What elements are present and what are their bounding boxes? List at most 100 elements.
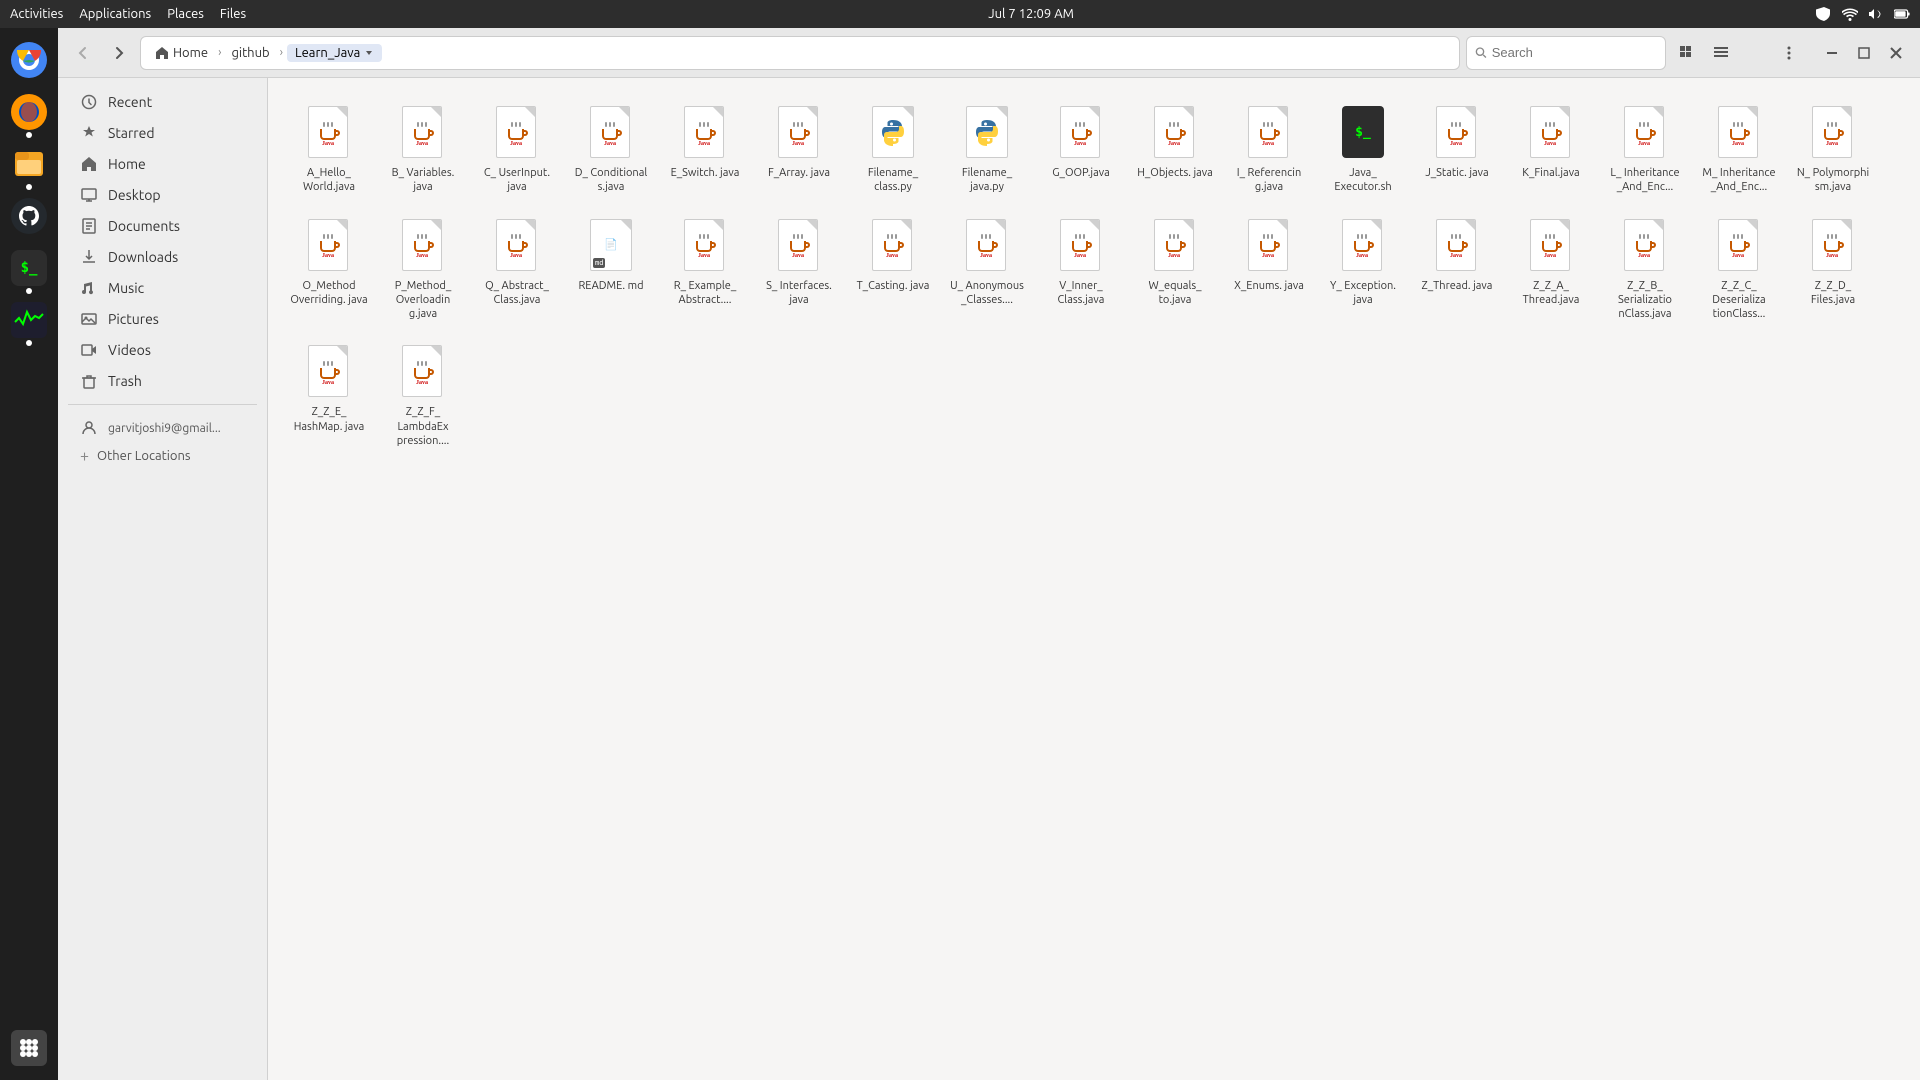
file-item[interactable]: Java U_ Anonymous _Classes....: [942, 207, 1032, 330]
file-item[interactable]: Java G_OOP.java: [1036, 94, 1126, 203]
file-item[interactable]: Java J_Static. java: [1412, 94, 1502, 203]
places-menu[interactable]: Places: [167, 7, 204, 21]
file-icon-java: Java: [1337, 215, 1389, 275]
file-item[interactable]: Java Z_Z_D_ Files.java: [1788, 207, 1878, 330]
breadcrumb-home[interactable]: Home: [149, 44, 214, 62]
grid-view-button[interactable]: [1672, 38, 1702, 68]
sidebar-item-starred[interactable]: Starred: [64, 118, 261, 148]
file-name: P_Method_ Overloadin g.java: [382, 279, 464, 322]
sidebar-item-trash[interactable]: Trash: [64, 366, 261, 396]
file-item[interactable]: Java D_ Conditional s.java: [566, 94, 656, 203]
file-area: Java A_Hello_ World.java Java B_ Variabl…: [268, 78, 1920, 1080]
minimize-button[interactable]: [1818, 39, 1846, 67]
sidebar-add-other-locations[interactable]: + Other Locations: [64, 444, 261, 468]
breadcrumb-github[interactable]: github: [225, 44, 275, 62]
file-item[interactable]: Java F_Array. java: [754, 94, 844, 203]
file-name: Z_Thread. java: [1422, 279, 1493, 293]
file-name: X_Enums. java: [1234, 279, 1304, 293]
sidebar-item-documents[interactable]: Documents: [64, 211, 261, 241]
file-item[interactable]: Java W_equals_ to.java: [1130, 207, 1220, 330]
file-item[interactable]: Java Z_Z_C_ Deserializa tionClass...: [1694, 207, 1784, 330]
dock-item-terminal[interactable]: $_: [7, 246, 51, 290]
file-item[interactable]: Java I_ Referencin g.java: [1224, 94, 1314, 203]
files-menu[interactable]: Files: [220, 7, 246, 21]
sidebar-item-account[interactable]: garvitjoshi9@gmail...: [64, 413, 261, 443]
file-item[interactable]: Java O_Method Overriding. java: [284, 207, 374, 330]
file-item[interactable]: Java P_Method_ Overloadin g.java: [378, 207, 468, 330]
sidebar-item-desktop[interactable]: Desktop: [64, 180, 261, 210]
sidebar-account-label: garvitjoshi9@gmail...: [108, 422, 221, 435]
window-controls: [1818, 39, 1910, 67]
file-icon-md: md 📄: [585, 215, 637, 275]
file-item[interactable]: Java H_Objects. java: [1130, 94, 1220, 203]
sidebar-trash-label: Trash: [108, 373, 142, 389]
file-item[interactable]: Java T_Casting. java: [848, 207, 938, 330]
file-item[interactable]: Java E_Switch. java: [660, 94, 750, 203]
file-item[interactable]: Java Z_Thread. java: [1412, 207, 1502, 330]
breadcrumb-folder[interactable]: Learn_Java: [287, 44, 382, 62]
file-item[interactable]: Java Z_Z_E_ HashMap. java: [284, 333, 374, 456]
file-item[interactable]: Java V_Inner_ Class.java: [1036, 207, 1126, 330]
file-item[interactable]: Filename_ java.py: [942, 94, 1032, 203]
back-button[interactable]: [68, 38, 98, 68]
topbar-right: [1816, 6, 1910, 22]
file-item[interactable]: Java Q_ Abstract_ Class.java: [472, 207, 562, 330]
file-item[interactable]: Java Z_Z_B_ Serializatio nClass.java: [1600, 207, 1690, 330]
file-item[interactable]: Java Z_Z_A_ Thread.java: [1506, 207, 1596, 330]
file-name: V_Inner_ Class.java: [1040, 279, 1122, 308]
file-icon-java: Java: [1243, 102, 1295, 162]
search-input[interactable]: [1492, 45, 1657, 60]
file-item[interactable]: Java B_ Variables. java: [378, 94, 468, 203]
sidebar-item-downloads[interactable]: Downloads: [64, 242, 261, 272]
battery-icon: [1894, 6, 1910, 22]
file-item[interactable]: Java S_ Interfaces. java: [754, 207, 844, 330]
dock-item-chrome[interactable]: [7, 38, 51, 82]
file-item[interactable]: Java N_ Polymorphi sm.java: [1788, 94, 1878, 203]
file-item[interactable]: Java K_Final.java: [1506, 94, 1596, 203]
file-item[interactable]: Java R_ Example_ Abstract....: [660, 207, 750, 330]
file-name: README. md: [578, 279, 643, 293]
sidebar-item-pictures[interactable]: Pictures: [64, 304, 261, 334]
dock-item-github[interactable]: [7, 194, 51, 238]
search-bar[interactable]: [1466, 36, 1666, 70]
file-item[interactable]: $_Java_ Executor.sh: [1318, 94, 1408, 203]
file-item[interactable]: md 📄 README. md: [566, 207, 656, 330]
dock-item-firefox[interactable]: [7, 90, 51, 134]
list-view-button[interactable]: [1706, 38, 1736, 68]
applications-menu[interactable]: Applications: [79, 7, 151, 21]
menu-button[interactable]: [1774, 38, 1804, 68]
file-item[interactable]: Java A_Hello_ World.java: [284, 94, 374, 203]
dock-item-files[interactable]: [7, 142, 51, 186]
file-item[interactable]: Java M_ Inheritance _And_Enc...: [1694, 94, 1784, 203]
sort-button[interactable]: [1740, 38, 1770, 68]
clock-icon: [80, 93, 98, 111]
file-icon-java: Java: [1713, 215, 1765, 275]
plus-icon: +: [80, 448, 89, 464]
sidebar-item-home[interactable]: Home: [64, 149, 261, 179]
sidebar-item-music[interactable]: Music: [64, 273, 261, 303]
file-name: E_Switch. java: [671, 166, 740, 180]
dock-item-appgrid[interactable]: [7, 1026, 51, 1070]
file-name: Q_ Abstract_ Class.java: [476, 279, 558, 308]
dock-item-activity[interactable]: [7, 298, 51, 342]
sidebar-item-recent[interactable]: Recent: [64, 87, 261, 117]
sidebar-item-videos[interactable]: Videos: [64, 335, 261, 365]
file-item[interactable]: Java C_ UserInput. java: [472, 94, 562, 203]
file-item[interactable]: Java X_Enums. java: [1224, 207, 1314, 330]
music-icon: [80, 279, 98, 297]
maximize-button[interactable]: [1850, 39, 1878, 67]
account-icon: [80, 419, 98, 437]
file-item[interactable]: Java Y_ Exception. java: [1318, 207, 1408, 330]
sidebar-downloads-label: Downloads: [108, 249, 178, 265]
volume-icon: [1868, 6, 1884, 22]
forward-button[interactable]: [104, 38, 134, 68]
file-name: M_ Inheritance _And_Enc...: [1698, 166, 1780, 195]
main-content: Recent Starred Home Desktop: [58, 78, 1920, 1080]
file-item[interactable]: Java L_ Inheritance _And_Enc...: [1600, 94, 1690, 203]
sidebar-videos-label: Videos: [108, 342, 151, 358]
file-item[interactable]: Java Z_Z_F_ LambdaEx pression....: [378, 333, 468, 456]
close-button[interactable]: [1882, 39, 1910, 67]
file-item[interactable]: Filename_ class.py: [848, 94, 938, 203]
activities-label[interactable]: Activities: [10, 7, 63, 21]
wifi-icon: [1842, 6, 1858, 22]
